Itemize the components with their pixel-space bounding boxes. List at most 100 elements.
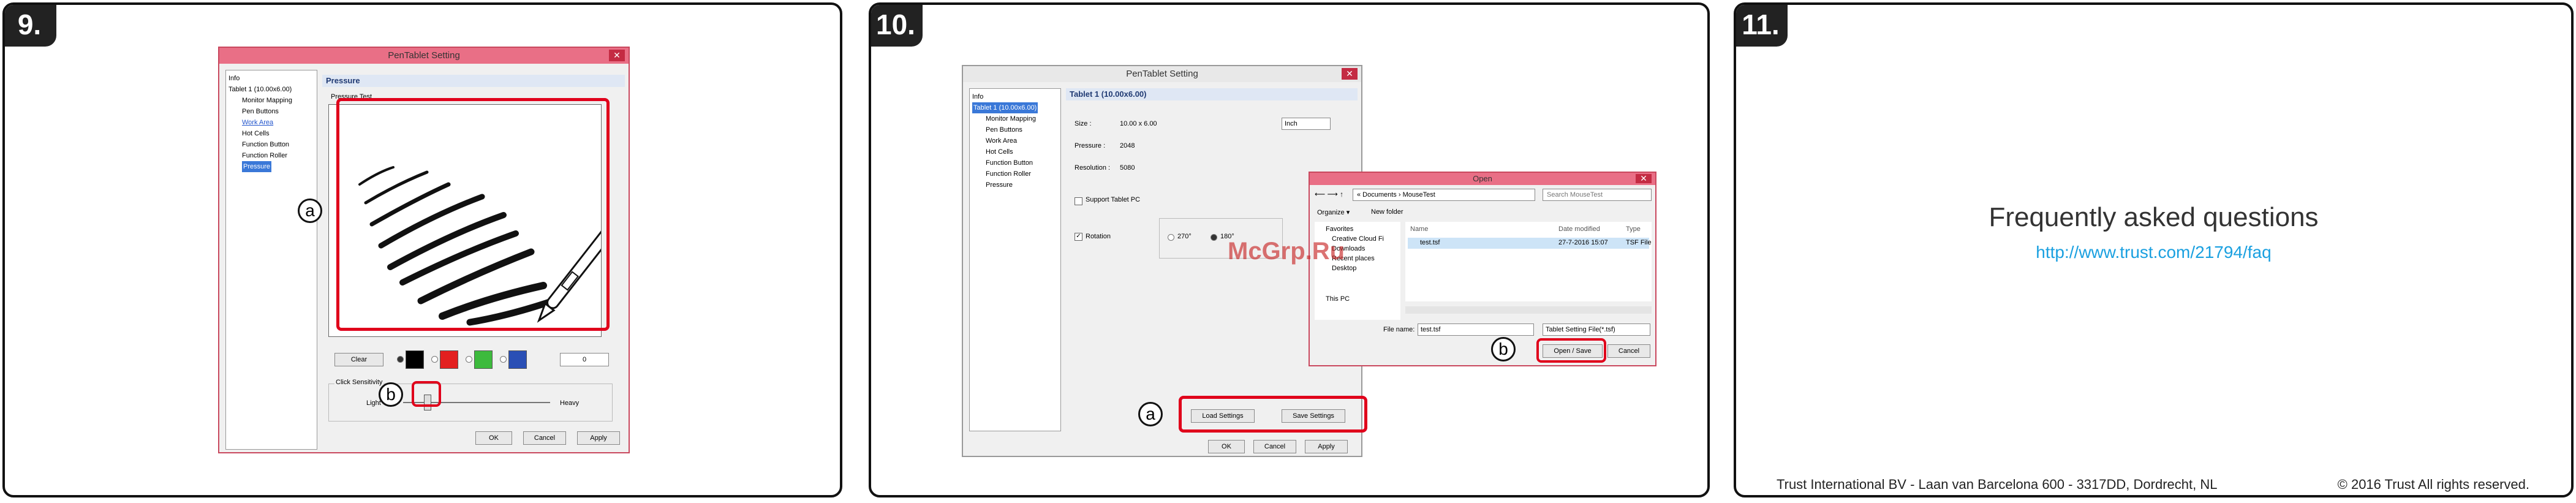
open-dialog: Open ✕ ⟵ ⟶ ↑ « Documents › MouseTest Sea… xyxy=(1309,172,1656,366)
step-10-panel: 10. PenTablet Setting ✕ Info Tablet 1 (1… xyxy=(869,2,1710,497)
nav-item-this-pc[interactable]: This PC xyxy=(1326,295,1350,303)
nav-item-desktop[interactable]: Desktop xyxy=(1332,265,1356,272)
search-input[interactable]: Search MouseTest xyxy=(1543,189,1652,201)
heavy-label: Heavy xyxy=(560,399,580,407)
apply-button[interactable]: Apply xyxy=(1305,440,1348,453)
callout-b: b xyxy=(1491,337,1516,361)
support-tablet-pc-checkbox[interactable] xyxy=(1075,197,1082,205)
nav-back-icon[interactable]: ⟵ ⟶ ↑ xyxy=(1315,190,1343,199)
tree-item-function-roller[interactable]: Function Roller xyxy=(229,150,314,161)
tree-item-info[interactable]: Info xyxy=(972,91,1058,102)
ok-button[interactable]: OK xyxy=(475,431,512,445)
step-9-panel: 9. PenTablet Setting ✕ Info Tablet 1 (10… xyxy=(2,2,842,497)
size-value: 10.00 x 6.00 xyxy=(1120,120,1157,127)
pressure-value-box: 0 xyxy=(560,353,609,366)
tree-item-monitor-mapping[interactable]: Monitor Mapping xyxy=(229,95,314,106)
new-folder-button[interactable]: New folder xyxy=(1371,208,1403,216)
file-type-cell: TSF File xyxy=(1626,239,1652,246)
tree-item-pen-buttons[interactable]: Pen Buttons xyxy=(229,106,314,117)
callout-b: b xyxy=(379,382,403,407)
rotation-radio-270[interactable] xyxy=(1168,234,1174,241)
tree-item-pressure[interactable]: Pressure xyxy=(972,180,1058,191)
step-number: 9. xyxy=(5,5,56,47)
ok-button[interactable]: OK xyxy=(1208,440,1245,453)
color-radio-red[interactable] xyxy=(431,356,438,363)
tree-item-hot-cells[interactable]: Hot Cells xyxy=(972,146,1058,157)
unit-select[interactable]: Inch xyxy=(1282,118,1331,130)
tree-item-function-button[interactable]: Function Button xyxy=(229,139,314,150)
file-type-filter[interactable]: Tablet Setting File(*.tsf) xyxy=(1543,323,1650,336)
clear-button[interactable]: Clear xyxy=(334,353,383,366)
file-row-selected[interactable] xyxy=(1408,238,1649,249)
highlight-open-save xyxy=(1536,338,1606,363)
file-name-cell: test.tsf xyxy=(1420,239,1440,246)
column-name[interactable]: Name xyxy=(1410,225,1428,233)
color-radio-black[interactable] xyxy=(397,356,404,363)
nav-item-favorites[interactable]: Favorites xyxy=(1326,225,1353,233)
swatch-black[interactable] xyxy=(406,350,424,369)
resolution-value: 5080 xyxy=(1120,164,1135,172)
highlight-slider xyxy=(412,381,441,407)
size-label: Size : xyxy=(1075,120,1092,127)
close-button[interactable]: ✕ xyxy=(1342,68,1358,80)
tree-item-work-area[interactable]: Work Area xyxy=(229,117,314,128)
section-header: Tablet 1 (10.00x6.00) xyxy=(1066,88,1358,100)
faq-title: Frequently asked questions xyxy=(1989,202,2319,232)
settings-tree: Info Tablet 1 (10.00x6.00) Monitor Mappi… xyxy=(225,70,317,450)
window-titlebar: PenTablet Setting ✕ xyxy=(219,48,629,64)
highlight-test-area xyxy=(336,98,610,331)
tree-item-info[interactable]: Info xyxy=(229,73,314,84)
light-label: Light xyxy=(366,399,381,407)
dialog-cancel-button[interactable]: Cancel xyxy=(1607,344,1650,358)
swatch-red[interactable] xyxy=(440,350,458,369)
rotation-radio-180[interactable] xyxy=(1211,234,1217,241)
click-sensitivity-label: Click Sensitivity xyxy=(334,379,384,386)
rotation-label: Rotation xyxy=(1086,233,1111,240)
organize-menu[interactable]: Organize ▾ xyxy=(1317,208,1350,216)
swatch-blue[interactable] xyxy=(508,350,527,369)
color-radio-green[interactable] xyxy=(466,356,472,363)
step-number: 10. xyxy=(871,5,923,47)
tree-item-function-roller[interactable]: Function Roller xyxy=(972,168,1058,180)
rotation-270-label: 270° xyxy=(1177,233,1192,240)
filename-input[interactable]: test.tsf xyxy=(1418,323,1534,336)
open-dialog-close-button[interactable]: ✕ xyxy=(1636,174,1652,183)
tree-item-monitor-mapping[interactable]: Monitor Mapping xyxy=(972,113,1058,124)
file-date-cell: 27-7-2016 15:07 xyxy=(1558,239,1608,246)
window-title: PenTablet Setting xyxy=(1126,69,1198,79)
column-date[interactable]: Date modified xyxy=(1558,225,1600,233)
tree-item-tablet[interactable]: Tablet 1 (10.00x6.00) xyxy=(972,102,1038,113)
tree-item-pressure[interactable]: Pressure xyxy=(242,161,272,172)
tree-item-work-area[interactable]: Work Area xyxy=(972,135,1058,146)
tree-item-hot-cells[interactable]: Hot Cells xyxy=(229,128,314,139)
pressure-label: Pressure : xyxy=(1075,142,1106,149)
filename-label: File name: xyxy=(1383,326,1415,333)
cancel-button[interactable]: Cancel xyxy=(1253,440,1296,453)
callout-a: a xyxy=(298,199,322,223)
window-titlebar: PenTablet Setting ✕ xyxy=(963,66,1361,82)
rotation-checkbox[interactable]: ✓ xyxy=(1075,233,1082,241)
color-radio-blue[interactable] xyxy=(500,356,507,363)
section-header: Pressure xyxy=(322,75,625,87)
horizontal-scrollbar[interactable] xyxy=(1405,306,1652,314)
pressure-value: 2048 xyxy=(1120,142,1135,149)
resolution-label: Resolution : xyxy=(1075,164,1111,172)
close-button[interactable]: ✕ xyxy=(609,50,625,61)
tree-item-pen-buttons[interactable]: Pen Buttons xyxy=(972,124,1058,135)
open-dialog-title: Open xyxy=(1473,174,1492,183)
faq-link[interactable]: http://www.trust.com/21794/faq xyxy=(1736,243,2571,262)
column-type[interactable]: Type xyxy=(1626,225,1641,233)
settings-tree: Info Tablet 1 (10.00x6.00) Monitor Mappi… xyxy=(969,88,1061,431)
cancel-button[interactable]: Cancel xyxy=(523,431,566,445)
address-bar[interactable]: « Documents › MouseTest xyxy=(1353,189,1535,201)
apply-button[interactable]: Apply xyxy=(577,431,620,445)
support-tablet-pc-label: Support Tablet PC xyxy=(1086,196,1141,203)
watermark: McGrp.Ru xyxy=(1228,238,1345,265)
swatch-green[interactable] xyxy=(474,350,493,369)
window-title: PenTablet Setting xyxy=(388,50,460,61)
tree-item-function-button[interactable]: Function Button xyxy=(972,157,1058,168)
file-list: Name Date modified Type test.tsf 27-7-20… xyxy=(1405,222,1652,301)
footer-address: Trust International BV - Laan van Barcel… xyxy=(1777,477,2218,492)
step-number: 11. xyxy=(1736,5,1788,47)
tree-item-tablet[interactable]: Tablet 1 (10.00x6.00) xyxy=(229,84,314,95)
